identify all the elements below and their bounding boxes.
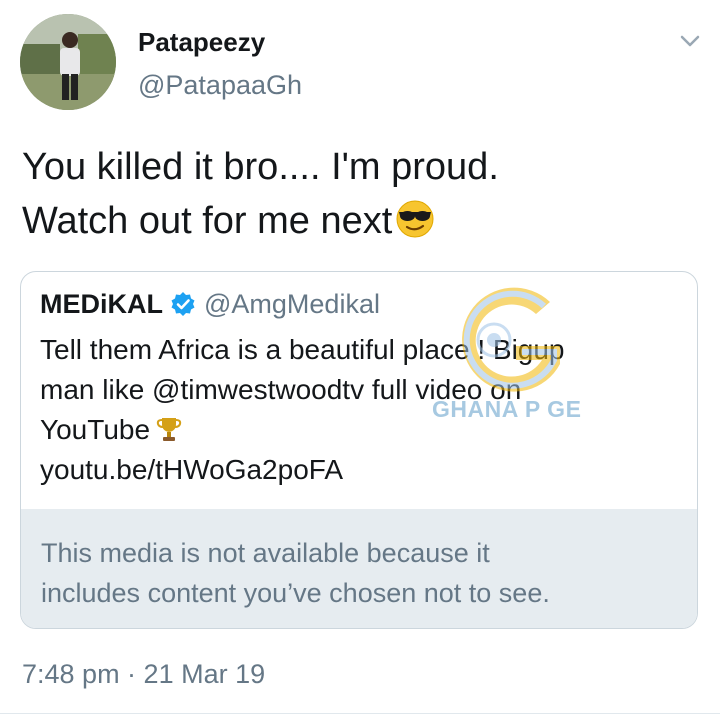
- quoted-tweet-header: MEDiKAL @AmgMedikal: [40, 286, 380, 322]
- quoted-tweet-text: Tell them Africa is a beautiful place ! …: [40, 330, 680, 490]
- quoted-text-line: man like @timwestwoodtv full video on: [40, 374, 522, 405]
- quoted-author-name: MEDiKAL: [40, 288, 163, 319]
- avatar[interactable]: [20, 14, 116, 110]
- tweet-timestamp[interactable]: 7:48 pm · 21 Mar 19: [22, 656, 265, 692]
- verified-badge-icon: [170, 291, 196, 317]
- sunglasses-emoji-icon: [394, 197, 436, 239]
- tweet-text-line: You killed it bro.... I'm proud.: [22, 146, 499, 188]
- trophy-emoji-icon: [156, 414, 182, 442]
- tweet-card: Patapeezy @PatapaaGh You killed it bro..…: [0, 0, 720, 716]
- chevron-down-icon[interactable]: [676, 28, 704, 54]
- media-notice-line: includes content you’ve chosen not to se…: [41, 578, 550, 608]
- quoted-tweet[interactable]: MEDiKAL @AmgMedikal Tell them Africa is …: [20, 271, 698, 629]
- author-name[interactable]: Patapeezy: [138, 26, 265, 58]
- tweet-text: You killed it bro.... I'm proud. Watch o…: [22, 140, 702, 248]
- author-handle[interactable]: @PatapaaGh: [138, 68, 302, 102]
- quoted-tweet-link[interactable]: youtu.be/tHWoGa2poFA: [40, 450, 680, 490]
- tweet-text-fragment: Watch out for me next: [22, 200, 393, 242]
- media-notice-line: This media is not available because it: [41, 538, 490, 568]
- watermark-text: GHANA P GE: [432, 396, 582, 422]
- media-unavailable-notice[interactable]: This media is not available because it i…: [21, 509, 697, 628]
- quoted-text-fragment: YouTube: [40, 414, 151, 445]
- quoted-text-line: YouTube: [40, 410, 680, 450]
- divider: [0, 713, 720, 714]
- quoted-author-handle: @AmgMedikal: [204, 288, 380, 319]
- tweet-text-line: Watch out for me next: [22, 194, 702, 248]
- quoted-text-line: Tell them Africa is a beautiful place ! …: [40, 334, 565, 365]
